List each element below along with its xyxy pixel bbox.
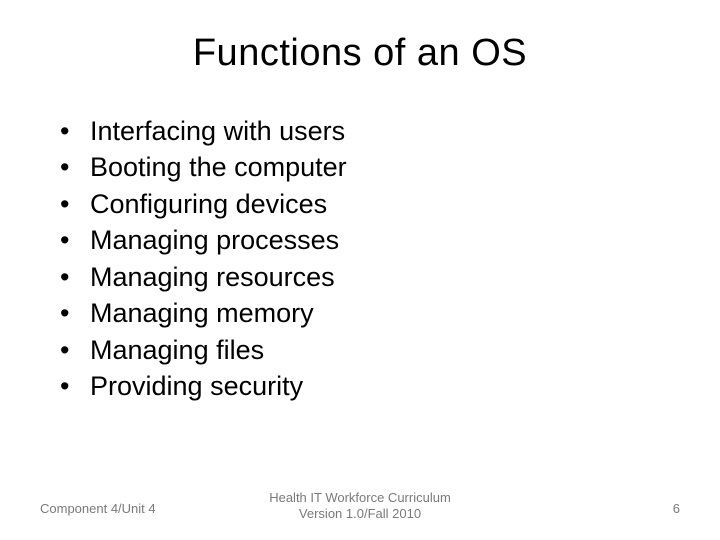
slide: Functions of an OS Interfacing with user…	[0, 0, 720, 540]
footer-center-line2: Version 1.0/Fall 2010	[0, 506, 720, 522]
list-item: Configuring devices	[50, 186, 720, 222]
footer-center-line1: Health IT Workforce Curriculum	[0, 490, 720, 506]
footer-center-text: Health IT Workforce Curriculum Version 1…	[0, 490, 720, 523]
slide-title: Functions of an OS	[0, 0, 720, 95]
list-item: Providing security	[50, 368, 720, 404]
list-item: Managing processes	[50, 222, 720, 258]
slide-number: 6	[673, 501, 680, 516]
list-item: Managing files	[50, 332, 720, 368]
slide-footer: Component 4/Unit 4 Health IT Workforce C…	[0, 482, 720, 522]
slide-content: Interfacing with users Booting the compu…	[0, 95, 720, 405]
bullet-list: Interfacing with users Booting the compu…	[50, 113, 720, 405]
list-item: Booting the computer	[50, 149, 720, 185]
list-item: Managing resources	[50, 259, 720, 295]
list-item: Managing memory	[50, 295, 720, 331]
list-item: Interfacing with users	[50, 113, 720, 149]
